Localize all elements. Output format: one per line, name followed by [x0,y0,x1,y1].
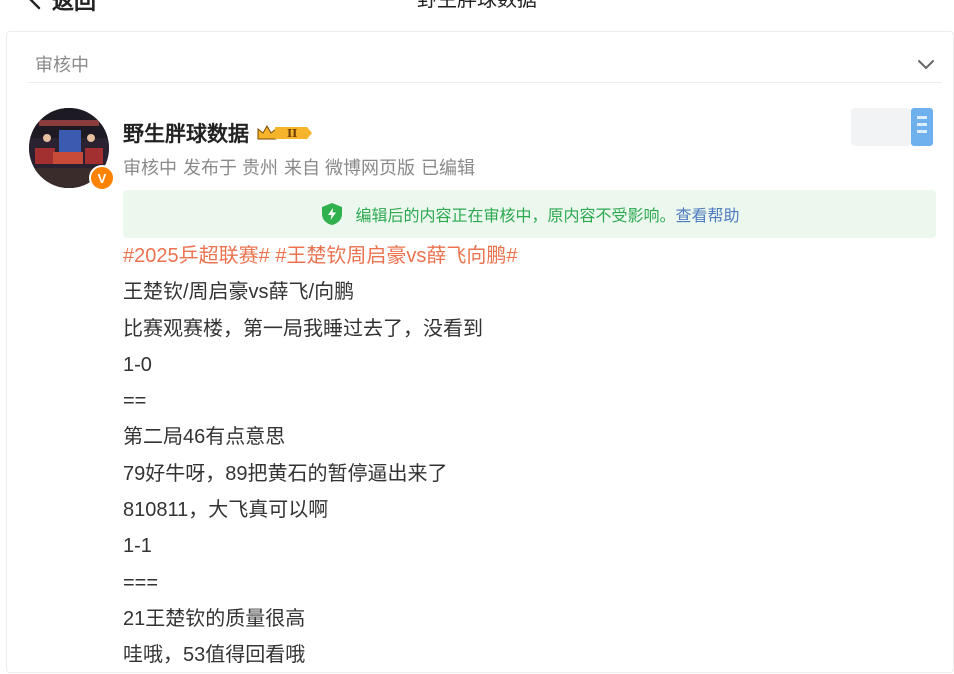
author-name[interactable]: 野生胖球数据 [123,118,249,148]
post-line: === [123,571,159,594]
topic-tag[interactable]: #王楚钦周启豪vs薛飞向鹏# [275,245,517,267]
post-line: 王楚钦/周启豪vs薛飞/向鹏 [123,281,355,304]
top-bar: 返回 野生胖球数据 [0,0,954,26]
post-tags: #2025乒超联赛# #王楚钦周启豪vs薛飞向鹏# [123,238,943,274]
post-line: 1-0 [123,353,152,376]
post-content: #2025乒超联赛# #王楚钦周启豪vs薛飞向鹏# 王楚钦/周启豪vs薛飞/向鹏… [123,238,943,674]
shield-icon [322,203,343,225]
post-line: 1-1 [123,535,152,558]
help-link[interactable]: 查看帮助 [676,202,740,226]
level-badge-label: II [287,127,297,140]
chevron-down-icon[interactable] [915,53,937,75]
post-line: 810811，大飞真可以啊 [123,499,329,522]
crown-level-badge-icon[interactable]: II [255,122,313,144]
post-line: 哇哦，53值得回看哦 [123,644,306,667]
meta-edited[interactable]: 已编辑 [421,154,475,180]
review-status-row[interactable]: 审核中 [35,46,937,82]
verified-badge-icon: V [89,165,115,191]
post-line: == [123,390,147,413]
post-line: 21王楚钦的质量很高 [123,607,306,630]
meta-source[interactable]: 来自 微博网页版 [284,154,415,180]
blurred-follow-button[interactable] [845,104,935,150]
meta-status: 审核中 [123,158,177,178]
post-meta: 审核中 发布于 贵州 来自 微博网页版 已编辑 [123,154,475,180]
page-title: 野生胖球数据 [417,0,537,11]
post-line: 比赛观赛楼，第一局我睡过去了，没看到 [123,317,483,340]
meta-published-in: 发布于 贵州 [183,158,279,178]
divider [27,82,942,83]
author-row: 野生胖球数据 II [123,118,313,148]
post-card: 审核中 V 野生胖球数据 II 审核中 发布于 贵州 来自 微博网页版 已编辑 [6,31,954,673]
topic-tag[interactable]: #2025乒超联赛# [123,245,270,267]
post-line: 第二局46有点意思 [123,426,286,449]
review-status-label: 审核中 [35,55,89,75]
post-line: 79好牛呀，89把黄石的暂停逼出来了 [123,462,448,485]
edit-review-notice: 编辑后的内容正在审核中，原内容不受影响。 查看帮助 [123,190,936,238]
notice-text: 编辑后的内容正在审核中，原内容不受影响。 [355,208,676,225]
